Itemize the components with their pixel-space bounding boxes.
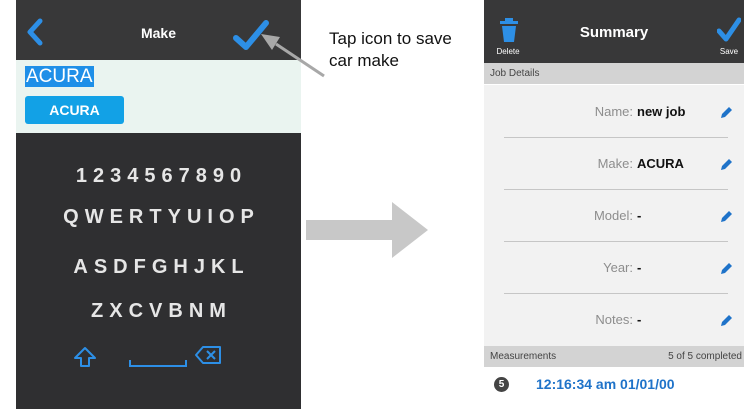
callout-arrow-icon — [261, 34, 325, 78]
save-button-label[interactable]: Save — [712, 47, 744, 56]
key[interactable]: 7 — [176, 163, 193, 189]
key[interactable]: P — [238, 204, 257, 230]
job-details-label: Job Details — [490, 68, 540, 79]
key[interactable]: Z — [88, 298, 106, 324]
key[interactable]: 0 — [227, 163, 244, 189]
shift-icon[interactable] — [73, 346, 97, 368]
field-value: - — [637, 312, 642, 327]
key[interactable]: N — [186, 298, 206, 324]
summary-title: Summary — [579, 24, 649, 41]
field-row-notes[interactable]: Notes: - — [484, 294, 744, 346]
key[interactable]: R — [126, 204, 146, 230]
summary-screen: Summary Delete Save Job Details Name: ne… — [484, 0, 744, 409]
key[interactable]: B — [165, 298, 185, 324]
delete-button-label[interactable]: Delete — [490, 47, 526, 56]
key[interactable]: W — [82, 204, 107, 230]
key[interactable]: A — [70, 254, 90, 280]
key[interactable]: 8 — [193, 163, 210, 189]
key[interactable]: O — [216, 204, 238, 230]
measurements-section-header: Measurements 5 of 5 completed — [484, 346, 744, 367]
key[interactable]: K — [208, 254, 228, 280]
field-row-name[interactable]: Name: new job — [484, 86, 744, 138]
job-details-section-header: Job Details — [484, 63, 744, 84]
key[interactable]: 4 — [124, 163, 141, 189]
keyboard-row-asdf: ASDFGHJKL — [16, 254, 301, 280]
key[interactable]: G — [149, 254, 171, 280]
key[interactable]: Q — [60, 204, 82, 230]
key[interactable]: T — [146, 204, 164, 230]
summary-header: Summary Delete Save — [484, 0, 744, 63]
field-label: Make: — [597, 156, 633, 171]
space-bar-icon[interactable] — [129, 358, 187, 368]
field-label: Model: — [593, 208, 633, 223]
field-row-model[interactable]: Model: - — [484, 190, 744, 242]
key[interactable]: X — [106, 298, 125, 324]
measurement-list-item[interactable]: 5 12:16:34 am 01/01/00 — [484, 368, 744, 404]
make-input-field[interactable]: ACURA — [25, 66, 94, 87]
key[interactable]: 3 — [107, 163, 124, 189]
key[interactable]: M — [206, 298, 229, 324]
key[interactable]: I — [204, 204, 216, 230]
key[interactable]: F — [131, 254, 149, 280]
pencil-icon[interactable] — [719, 210, 733, 224]
backspace-icon[interactable] — [194, 345, 222, 365]
keyboard-row-numbers: 1234567890 — [16, 163, 301, 189]
key[interactable]: L — [228, 254, 246, 280]
field-row-make[interactable]: Make: ACURA — [484, 138, 744, 190]
key[interactable]: D — [110, 254, 130, 280]
key[interactable]: 1 — [73, 163, 90, 189]
key[interactable]: 6 — [159, 163, 176, 189]
key[interactable]: H — [170, 254, 190, 280]
chevron-left-icon[interactable] — [24, 17, 46, 47]
field-label: Year: — [603, 260, 633, 275]
field-value: - — [637, 208, 642, 223]
pencil-icon[interactable] — [719, 262, 733, 276]
field-label: Name: — [594, 104, 633, 119]
annotation-text: Tap icon to save car make — [329, 29, 452, 70]
keyboard-row-zxcv: ZXCVBNM — [16, 298, 301, 324]
key[interactable]: 9 — [210, 163, 227, 189]
key[interactable]: S — [91, 254, 110, 280]
measurement-number-badge: 5 — [494, 377, 509, 392]
measurement-timestamp: 12:16:34 am 01/01/00 — [536, 376, 675, 392]
field-value: ACURA — [637, 156, 684, 171]
key[interactable]: 5 — [141, 163, 158, 189]
field-value: - — [637, 260, 642, 275]
key[interactable]: E — [107, 204, 126, 230]
measurements-label: Measurements — [490, 351, 557, 362]
pencil-icon[interactable] — [719, 106, 733, 120]
arrow-right-icon — [306, 202, 428, 258]
pencil-icon[interactable] — [719, 314, 733, 328]
key[interactable]: J — [191, 254, 208, 280]
trash-icon[interactable] — [499, 17, 519, 43]
key[interactable]: Y — [165, 204, 184, 230]
key[interactable]: U — [184, 204, 204, 230]
key[interactable]: V — [146, 298, 165, 324]
key[interactable]: 2 — [90, 163, 107, 189]
keyboard-row-qwerty: QWERTYUIOP — [16, 204, 301, 230]
field-row-year[interactable]: Year: - — [484, 242, 744, 294]
save-checkmark-icon[interactable] — [717, 16, 741, 44]
pencil-icon[interactable] — [719, 158, 733, 172]
field-label: Notes: — [595, 312, 633, 327]
field-value: new job — [637, 104, 686, 119]
key[interactable]: C — [126, 298, 146, 324]
measurements-status: 5 of 5 completed — [668, 351, 742, 362]
make-suggestion-button[interactable]: ACURA — [25, 96, 124, 124]
